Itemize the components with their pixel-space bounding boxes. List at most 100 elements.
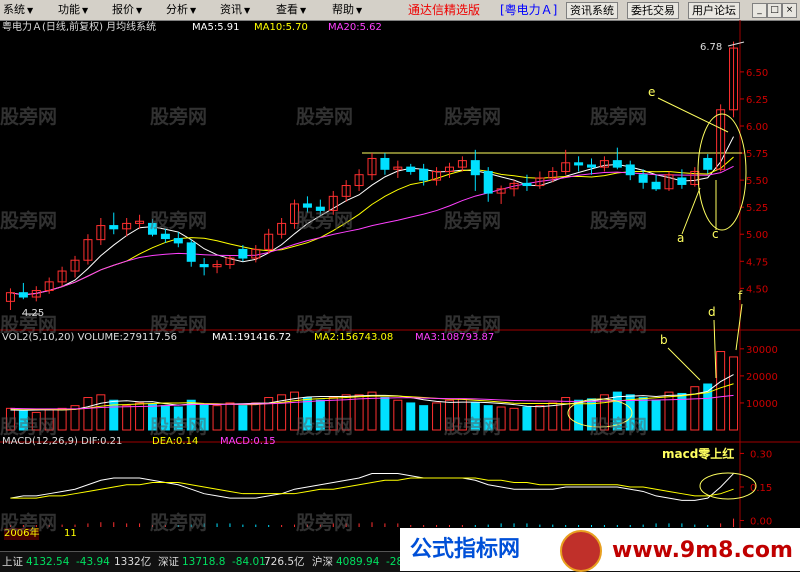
price-tick-label: 5.75: [746, 149, 768, 160]
maximize-icon[interactable]: □: [767, 3, 782, 18]
ma10-label: MA10:5.70: [254, 22, 308, 33]
price-tick-label: 6.50: [746, 68, 768, 79]
menu-bar: 系统 ▼ 功能 ▼ 报价 ▼ 分析 ▼ 资讯 ▼ 查看 ▼ 帮助 ▼ 通达信精选版 [粤电力Ａ…: [0, 0, 800, 21]
watermark: 股旁网: [0, 512, 58, 534]
candle-body: [574, 162, 584, 166]
price-tick-label: 5.50: [746, 176, 768, 187]
watermark: 股旁网: [444, 314, 502, 336]
watermark: 股旁网: [296, 416, 354, 438]
menu-view[interactable]: 查看 ▼: [276, 2, 306, 18]
sz-index-amount: 726.5亿: [264, 556, 305, 568]
volume-bar: [225, 402, 235, 431]
vol-tick-label: 30000: [746, 345, 778, 356]
sh-index-change: -43.94: [76, 556, 110, 568]
volume-bar: [419, 405, 429, 431]
menu-quote[interactable]: 报价 ▼: [112, 2, 142, 18]
watermark: 股旁网: [444, 210, 502, 232]
annotation-pointer-a: [681, 187, 701, 235]
hs-index-value: 4089.94: [336, 556, 380, 568]
menu-news[interactable]: 资讯 ▼: [220, 2, 250, 18]
menu-system[interactable]: 系统 ▼: [3, 2, 33, 18]
watermark: 股旁网: [296, 210, 354, 232]
volume-bar: [238, 405, 248, 431]
candle-body: [651, 181, 661, 190]
watermark: 股旁网: [0, 314, 58, 336]
watermark: 股旁网: [150, 106, 208, 128]
watermark: 股旁网: [590, 106, 648, 128]
chevron-down-icon: ▼: [244, 6, 251, 15]
annotation-e: e: [648, 85, 656, 99]
watermark: 股旁网: [590, 416, 648, 438]
kline-chart[interactable]: 6.50 6.25 6.00 5.75 5.50 5.25 5.00 4.75 4.50 3000…: [0, 20, 800, 551]
watermark: 股旁网: [0, 106, 58, 128]
watermark: 股旁网: [296, 512, 354, 534]
menu-analysis[interactable]: 分析 ▼: [166, 2, 196, 18]
volume-bar: [380, 397, 390, 431]
candle-body: [199, 264, 209, 268]
annotation-pointer-f: [735, 303, 743, 351]
candle-body: [173, 238, 183, 244]
trade-button[interactable]: 委托交易: [627, 2, 679, 19]
candle-body: [238, 248, 248, 259]
macd-tick-label: 0.00: [750, 517, 772, 528]
menu-help-label: 帮助: [332, 3, 354, 16]
close-icon[interactable]: ×: [782, 3, 797, 18]
vol-tick-label: 20000: [746, 372, 778, 383]
month-label: 11: [64, 528, 77, 539]
volume-bar: [651, 399, 661, 431]
volume-bar: [212, 405, 222, 431]
volume-bar: [83, 397, 93, 431]
app-brand: 通达信精选版: [408, 3, 481, 17]
menu-news-label: 资讯: [220, 3, 242, 16]
volume-bar: [96, 394, 106, 431]
price-panel-title: 粤电力Ａ(日线,前复权) 月均线系统: [2, 22, 157, 33]
ma5-label: MA5:5.91: [192, 22, 240, 33]
price-tick-label: 4.50: [746, 284, 768, 295]
watermark: 股旁网: [150, 314, 208, 336]
chevron-down-icon: ▼: [136, 6, 143, 15]
minimize-icon[interactable]: _: [752, 3, 767, 18]
price-high-arrow: [727, 41, 745, 47]
volume-bar: [716, 351, 726, 431]
news-system-button[interactable]: 资讯系统: [566, 2, 618, 19]
watermark: 股旁网: [150, 416, 208, 438]
candle-body: [470, 160, 480, 176]
candle-body: [406, 166, 416, 172]
candle-body: [483, 170, 493, 194]
candle-body: [703, 157, 713, 170]
volume-bar: [393, 399, 403, 431]
annotation-a: a: [677, 231, 685, 245]
menu-system-label: 系统: [3, 3, 25, 16]
candle-body: [18, 292, 28, 298]
sh-index-label: 上证: [2, 556, 23, 568]
menu-help[interactable]: 帮助 ▼: [332, 2, 362, 18]
price-tick-label: 6.25: [746, 95, 768, 106]
watermark: 股旁网: [150, 210, 208, 232]
promo-site-name: 公式指标网: [410, 537, 521, 562]
candle-body: [109, 225, 119, 230]
volume-bar: [432, 402, 442, 431]
vol-ma3-line: [10, 394, 734, 410]
watermark: 股旁网: [150, 512, 208, 534]
volume-bar: [574, 399, 584, 431]
watermark: 股旁网: [296, 314, 354, 336]
annotation-pointer-b: [667, 347, 701, 381]
promo-logo: [560, 530, 602, 572]
macd-note: macd零上红: [662, 447, 735, 461]
menu-view-label: 查看: [276, 3, 298, 16]
watermark: 股旁网: [444, 106, 502, 128]
watermark: 股旁网: [0, 416, 58, 438]
volume-bar: [509, 407, 519, 431]
sz-index-label: 深证: [158, 556, 179, 568]
candle-body: [587, 164, 597, 168]
candle-body: [677, 177, 687, 185]
forum-button[interactable]: 用户论坛: [688, 2, 740, 19]
candle-body: [625, 164, 635, 176]
macd-dif-line: [10, 473, 734, 501]
menu-function[interactable]: 功能 ▼: [58, 2, 88, 18]
watermark: 股旁网: [296, 106, 354, 128]
candle-body: [186, 242, 196, 262]
volume-bar: [251, 402, 261, 431]
macd-value-label: MACD:0.15: [220, 436, 276, 447]
menu-analysis-label: 分析: [166, 3, 188, 16]
